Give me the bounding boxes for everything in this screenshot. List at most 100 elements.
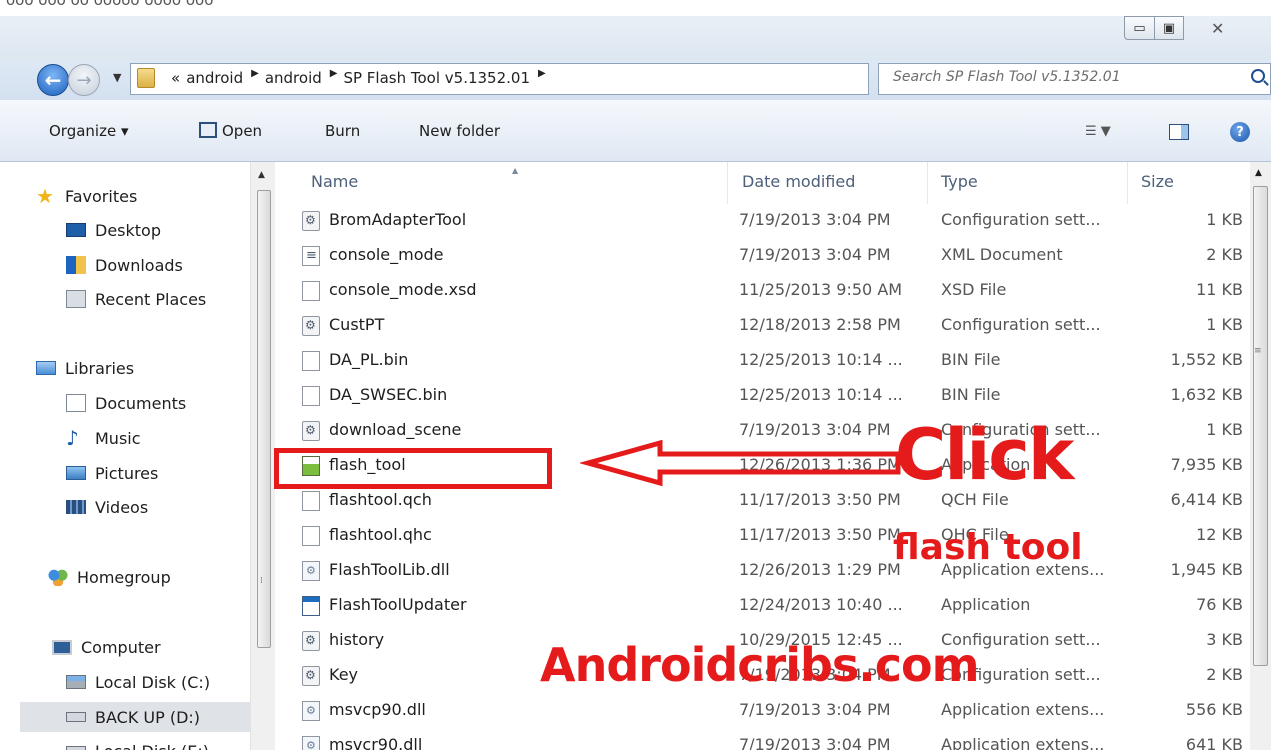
column-headers: Name ▲ Date modified Type Size	[275, 162, 1271, 204]
computer-icon	[52, 639, 72, 655]
open-button[interactable]: Open	[222, 122, 262, 140]
file-size: 1,632 KB	[1170, 385, 1243, 404]
nav-item-favorites[interactable]: ★ Favorites	[36, 184, 137, 208]
nav-item-backup-d[interactable]: BACK UP (D:)	[20, 702, 250, 732]
file-row[interactable]: console_mode.xsd 11/25/2013 9:50 AM XSD Fi…	[275, 274, 1250, 308]
nav-label: Documents	[95, 393, 187, 413]
maximize-button[interactable]: ▣	[1154, 16, 1184, 40]
file-row[interactable]: DA_PL.bin 12/25/2013 10:14 ... BIN File 1,5…	[275, 344, 1250, 378]
file-row[interactable]: BromAdapterTool 7/19/2013 3:04 PM Configur…	[275, 204, 1250, 238]
burn-button[interactable]: Burn	[325, 122, 360, 140]
change-view-icon[interactable]: ☰ ▼	[1085, 124, 1111, 139]
open-icon[interactable]	[199, 122, 217, 138]
file-size: 6,414 KB	[1170, 490, 1243, 509]
file-row[interactable]: FlashToolLib.dll12/26/2013 1:29 PMApplic…	[275, 554, 1250, 588]
libraries-icon	[36, 361, 56, 375]
navigation-pane: ★ Favorites Desktop Downloads Recent Pla…	[0, 162, 275, 750]
nav-label: Local Disk (C:)	[95, 672, 211, 692]
file-name: DA_SWSEC.bin	[329, 385, 448, 404]
watermark: Androidcribs.com	[540, 638, 980, 692]
scroll-up-icon[interactable]: ▲	[258, 170, 265, 180]
file-type: Configuration sett...	[941, 210, 1101, 229]
nav-item-libraries[interactable]: Libraries	[36, 356, 134, 380]
breadcrumb-separator-icon[interactable]: ▶	[251, 68, 259, 86]
scrollbar-thumb[interactable]	[1253, 186, 1268, 666]
breadcrumb-item[interactable]: android	[186, 69, 243, 87]
nav-item-recent-places[interactable]: Recent Places	[66, 287, 206, 311]
file-row[interactable]: CustPT 12/18/2013 2:58 PM Configuration se…	[275, 309, 1250, 343]
nav-item-videos[interactable]: Videos	[66, 495, 148, 519]
column-header-size[interactable]: Size	[1141, 172, 1174, 191]
nav-item-desktop[interactable]: Desktop	[66, 218, 161, 242]
xml-icon	[302, 246, 320, 266]
annotation-click: Click	[895, 414, 1074, 496]
nav-item-local-disk-c[interactable]: Local Disk (C:)	[66, 670, 210, 694]
drive-icon	[66, 675, 86, 689]
breadcrumb-separator-icon[interactable]: ▶	[330, 68, 338, 86]
organize-button[interactable]: Organize ▾	[49, 122, 129, 140]
breadcrumb-item[interactable]: android	[265, 69, 322, 87]
search-input[interactable]	[893, 69, 1223, 85]
homegroup-icon	[48, 568, 68, 586]
file-size: 556 KB	[1185, 700, 1243, 719]
column-divider[interactable]	[727, 162, 728, 204]
config-icon	[302, 421, 320, 441]
nav-item-computer[interactable]: Computer	[52, 635, 161, 659]
nav-item-downloads[interactable]: Downloads	[66, 253, 183, 277]
file-row[interactable]: msvcp90.dll 7/19/2013 3:04 PM Application …	[275, 694, 1250, 728]
scroll-up-icon[interactable]: ▲	[1255, 168, 1262, 178]
nav-item-pictures[interactable]: Pictures	[66, 461, 158, 485]
nav-label: Recent Places	[95, 289, 207, 309]
file-size: 1 KB	[1206, 420, 1243, 439]
file-row[interactable]: msvcr90.dll 7/19/2013 3:04 PM Application …	[275, 729, 1250, 750]
nav-label: Pictures	[95, 463, 159, 483]
column-divider[interactable]	[927, 162, 928, 204]
close-button[interactable]: ✕	[1183, 16, 1271, 40]
recent-pages-dropdown-icon[interactable]: ▼	[113, 71, 121, 84]
column-header-type[interactable]: Type	[941, 172, 978, 191]
file-row[interactable]: console_mode 7/19/2013 3:04 PM XML Documen…	[275, 239, 1250, 273]
address-bar[interactable]: « android ▶ android ▶ SP Flash Tool v5.135…	[130, 63, 977, 95]
config-icon	[302, 631, 320, 651]
file-row[interactable]: flashtool.qhc 11/17/2013 3:50 PM QHC File 1…	[275, 519, 1250, 553]
scrollbar-grip-icon: ≡	[1254, 346, 1262, 356]
file-name: history	[329, 630, 385, 649]
dll-icon	[302, 561, 320, 581]
file-row[interactable]: DA_SWSEC.bin 12/25/2013 10:14 ... BIN File…	[275, 379, 1250, 413]
file-size: 7,935 KB	[1170, 455, 1243, 474]
column-header-name[interactable]: Name	[311, 172, 358, 191]
file-date-modified: 7/19/2013 3:04 PM	[739, 700, 891, 719]
file-name: download_scene	[329, 420, 462, 439]
column-divider[interactable]	[1127, 162, 1128, 204]
breadcrumb-item[interactable]: SP Flash Tool v5.1352.01	[343, 69, 530, 87]
file-list-scrollbar[interactable]: ▲ ≡	[1250, 162, 1271, 750]
file-size: 1 KB	[1206, 315, 1243, 334]
pictures-icon	[66, 466, 86, 480]
file-row[interactable]: FlashToolUpdater 12/24/2013 10:40 ... Appl…	[275, 589, 1250, 623]
recent-places-icon	[66, 290, 86, 308]
file-type: BIN File	[941, 385, 1001, 404]
nav-item-documents[interactable]: Documents	[66, 391, 186, 415]
nav-item-homegroup[interactable]: Homegroup	[48, 565, 171, 589]
breadcrumb-overflow[interactable]: «	[171, 69, 180, 87]
file-type: XML Document	[941, 245, 1063, 264]
nav-item-music[interactable]: ♪ Music	[66, 426, 141, 450]
search-box[interactable]	[878, 63, 1271, 95]
back-button[interactable]: ←	[37, 64, 69, 96]
pane-resize-grip-icon[interactable]: ⁞	[260, 576, 263, 586]
nav-scrollbar[interactable]: ▲	[250, 162, 275, 750]
sort-ascending-icon: ▲	[512, 166, 519, 175]
file-name: console_mode	[329, 245, 444, 264]
search-icon[interactable]	[1251, 69, 1265, 83]
forward-button[interactable]: →	[68, 64, 100, 96]
help-icon[interactable]: ?	[1230, 122, 1250, 142]
breadcrumb-separator-icon[interactable]: ▶	[538, 68, 546, 86]
column-header-date[interactable]: Date modified	[742, 172, 855, 191]
blank-file-icon	[302, 526, 320, 546]
nav-item-local-disk-e[interactable]: Local Disk (E:)	[66, 739, 209, 750]
minimize-button[interactable]: ▭	[1124, 16, 1155, 40]
preview-pane-icon[interactable]	[1169, 124, 1189, 140]
file-name: CustPT	[329, 315, 385, 334]
new-folder-button[interactable]: New folder	[419, 122, 500, 140]
videos-icon	[66, 500, 86, 514]
